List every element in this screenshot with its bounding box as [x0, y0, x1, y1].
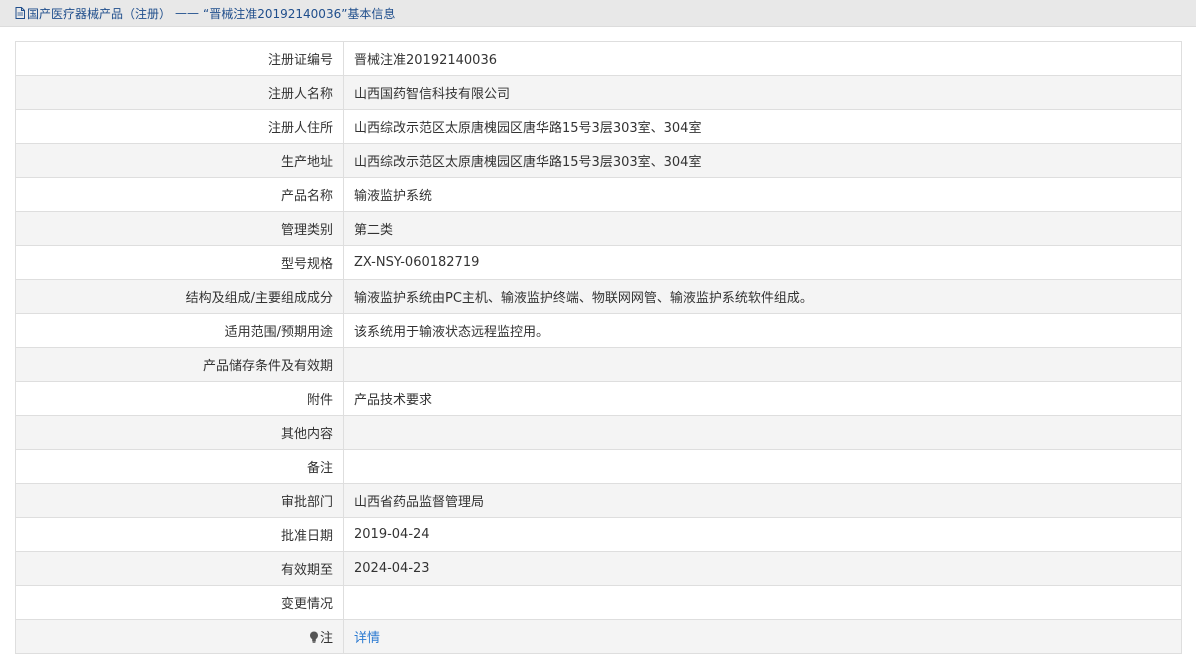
- row-value: 第二类: [343, 211, 1182, 246]
- row-label: 产品名称: [15, 177, 344, 212]
- row-value: [343, 415, 1182, 450]
- row-value: ZX-NSY-060182719: [343, 245, 1182, 280]
- breadcrumb-separator: ——: [175, 6, 200, 20]
- row-value: [343, 347, 1182, 382]
- device-info-table: 注册证编号 晋械注准20192140036 注册人名称 山西国药智信科技有限公司 注册人…: [15, 41, 1182, 654]
- row-value: 晋械注准20192140036: [343, 41, 1182, 76]
- row-label: 注册证编号: [15, 41, 344, 76]
- table-row: 批准日期 2019-04-24: [15, 517, 1182, 552]
- note-row: 注 详情: [15, 619, 1182, 654]
- table-row: 注册人住所 山西综改示范区太原唐槐园区唐华路15号3层303室、304室: [15, 109, 1182, 144]
- note-value-cell: 详情: [343, 619, 1182, 654]
- row-label: 适用范围/预期用途: [15, 313, 344, 348]
- row-value: 输液监护系统由PC主机、输液监护终端、物联网网管、输液监护系统软件组成。: [343, 279, 1182, 314]
- row-label: 产品储存条件及有效期: [15, 347, 344, 382]
- table-row: 附件 产品技术要求: [15, 381, 1182, 416]
- row-value: 山西综改示范区太原唐槐园区唐华路15号3层303室、304室: [343, 109, 1182, 144]
- row-value: 产品技术要求: [343, 381, 1182, 416]
- table-row: 其他内容: [15, 415, 1182, 450]
- breadcrumb-root-link[interactable]: 国产医疗器械产品（注册）: [27, 5, 171, 22]
- table-row: 结构及组成/主要组成成分 输液监护系统由PC主机、输液监护终端、物联网网管、输液监…: [15, 279, 1182, 314]
- note-label-cell: 注: [15, 619, 344, 654]
- row-value: 2019-04-24: [343, 517, 1182, 552]
- table-row: 有效期至 2024-04-23: [15, 551, 1182, 586]
- row-label: 有效期至: [15, 551, 344, 586]
- row-value: 山西国药智信科技有限公司: [343, 75, 1182, 110]
- row-value: 该系统用于输液状态远程监控用。: [343, 313, 1182, 348]
- row-value: 山西综改示范区太原唐槐园区唐华路15号3层303室、304室: [343, 143, 1182, 178]
- row-label: 附件: [15, 381, 344, 416]
- row-label: 其他内容: [15, 415, 344, 450]
- table-row: 型号规格 ZX-NSY-060182719: [15, 245, 1182, 280]
- row-label: 备注: [15, 449, 344, 484]
- table-row: 变更情况: [15, 585, 1182, 620]
- row-value: 输液监护系统: [343, 177, 1182, 212]
- row-label: 生产地址: [15, 143, 344, 178]
- table-row: 产品名称 输液监护系统: [15, 177, 1182, 212]
- row-value: 2024-04-23: [343, 551, 1182, 586]
- row-label: 型号规格: [15, 245, 344, 280]
- row-label: 变更情况: [15, 585, 344, 620]
- row-label: 注册人名称: [15, 75, 344, 110]
- table-row: 审批部门 山西省药品监督管理局: [15, 483, 1182, 518]
- row-label: 结构及组成/主要组成成分: [15, 279, 344, 314]
- table-row: 管理类别 第二类: [15, 211, 1182, 246]
- detail-link[interactable]: 详情: [354, 631, 380, 646]
- breadcrumb-current: “晋械注准20192140036”基本信息: [203, 6, 396, 21]
- row-label: 管理类别: [15, 211, 344, 246]
- row-label: 审批部门: [15, 483, 344, 518]
- lightbulb-icon: [309, 631, 319, 643]
- table-row: 生产地址 山西综改示范区太原唐槐园区唐华路15号3层303室、304室: [15, 143, 1182, 178]
- table-row: 产品储存条件及有效期: [15, 347, 1182, 382]
- table-row: 适用范围/预期用途 该系统用于输液状态远程监控用。: [15, 313, 1182, 348]
- table-row: 注册人名称 山西国药智信科技有限公司: [15, 75, 1182, 110]
- note-label: 注: [319, 631, 333, 646]
- row-label: 批准日期: [15, 517, 344, 552]
- row-value: 山西省药品监督管理局: [343, 483, 1182, 518]
- breadcrumb-bar: 国产医疗器械产品（注册） —— “晋械注准20192140036”基本信息: [0, 0, 1196, 27]
- document-icon: [15, 7, 25, 19]
- table-row: 注册证编号 晋械注准20192140036: [15, 41, 1182, 76]
- row-label: 注册人住所: [15, 109, 344, 144]
- row-value: [343, 449, 1182, 484]
- row-value: [343, 585, 1182, 620]
- table-row: 备注: [15, 449, 1182, 484]
